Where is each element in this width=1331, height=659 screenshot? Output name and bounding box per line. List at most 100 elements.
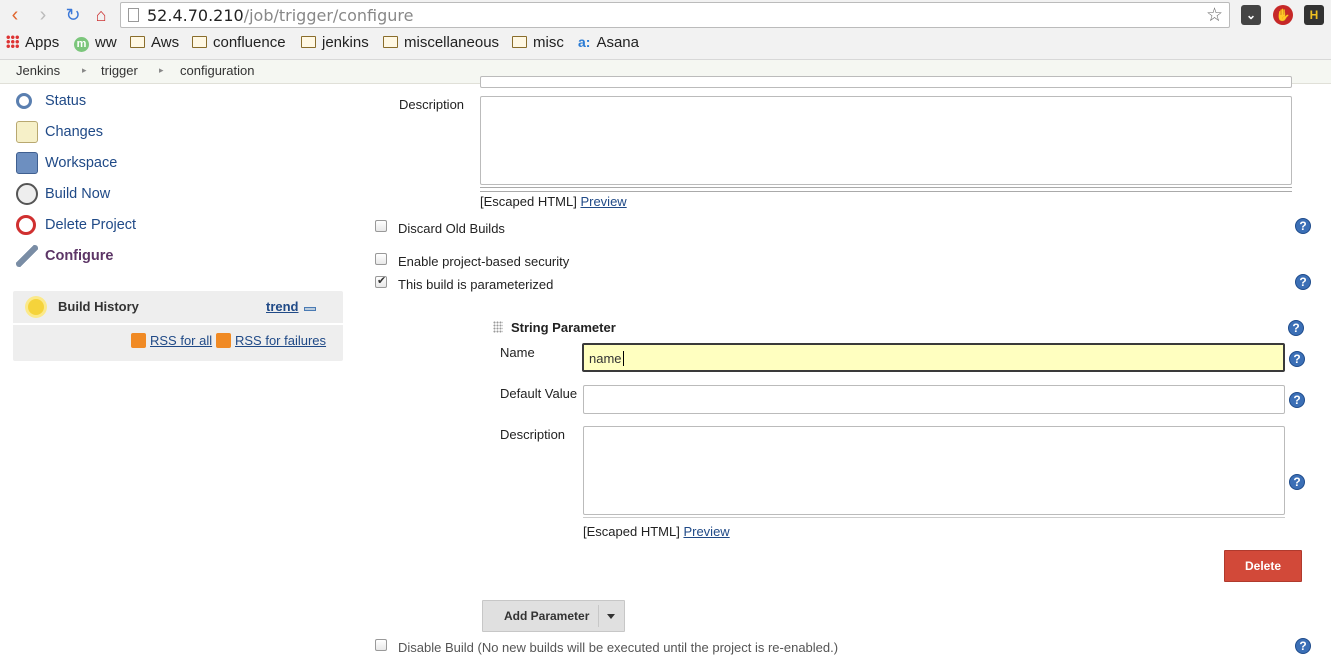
no-entry-icon bbox=[16, 215, 36, 235]
notepad-icon bbox=[16, 121, 38, 143]
folder-icon bbox=[130, 36, 145, 48]
folder-icon bbox=[512, 36, 527, 48]
bookmarks-bar: Apps m ww Aws confluence jenkins miscella… bbox=[0, 32, 1331, 56]
build-history-panel: Build History trend RSS for all RSS for … bbox=[13, 291, 343, 361]
bookmark-miscellaneous[interactable]: miscellaneous bbox=[383, 34, 499, 51]
page-icon bbox=[128, 8, 139, 22]
sidebar-item-label: Changes bbox=[45, 124, 104, 140]
sidebar-item-workspace[interactable]: Workspace bbox=[16, 150, 117, 176]
discard-old-builds-label: Discard Old Builds bbox=[398, 221, 505, 236]
trend-link[interactable]: trend bbox=[266, 299, 299, 314]
param-description-textarea[interactable] bbox=[583, 426, 1285, 515]
rss-all-link[interactable]: RSS for all bbox=[131, 333, 212, 348]
help-icon[interactable]: ? bbox=[1295, 274, 1311, 290]
sidebar-item-label: Workspace bbox=[45, 155, 118, 171]
rss-icon bbox=[216, 333, 231, 348]
parameterized-label: This build is parameterized bbox=[398, 277, 554, 292]
build-history-title: Build History bbox=[58, 299, 139, 314]
pocket-extension-icon[interactable]: ⌄ bbox=[1241, 5, 1261, 25]
help-icon[interactable]: ? bbox=[1288, 320, 1304, 336]
help-icon[interactable]: ? bbox=[1289, 392, 1305, 408]
disable-build-checkbox[interactable] bbox=[375, 639, 387, 651]
extension-icon[interactable]: H bbox=[1304, 5, 1324, 25]
chevron-right-icon: ▸ bbox=[82, 65, 87, 75]
folder-icon bbox=[383, 36, 398, 48]
bookmark-aws[interactable]: Aws bbox=[130, 34, 179, 51]
sidebar-item-label: Build Now bbox=[45, 186, 111, 202]
reload-icon[interactable]: ↻ bbox=[62, 4, 84, 26]
string-parameter-title: String Parameter bbox=[511, 320, 616, 335]
description-textarea[interactable] bbox=[480, 96, 1292, 185]
breadcrumb-jenkins[interactable]: Jenkins bbox=[16, 63, 60, 78]
wrench-icon bbox=[16, 245, 38, 267]
param-preview-link[interactable]: Preview bbox=[683, 524, 729, 539]
sidebar-item-status[interactable]: Status bbox=[16, 88, 86, 114]
bookmark-jenkins[interactable]: jenkins bbox=[301, 34, 369, 51]
param-name-label: Name bbox=[500, 345, 535, 360]
collapse-icon[interactable] bbox=[304, 307, 316, 311]
rss-failures-link[interactable]: RSS for failures bbox=[216, 333, 326, 348]
help-icon[interactable]: ? bbox=[1295, 218, 1311, 234]
preview-link[interactable]: Preview bbox=[580, 194, 626, 209]
bookmark-misc[interactable]: misc bbox=[512, 34, 564, 51]
sidebar: Status Changes Workspace Build Now Delet… bbox=[0, 84, 360, 659]
folder-icon bbox=[301, 36, 316, 48]
asana-icon: a: bbox=[578, 34, 591, 50]
project-security-checkbox[interactable] bbox=[375, 253, 387, 265]
resize-grip[interactable] bbox=[480, 187, 1292, 192]
chevron-down-icon[interactable] bbox=[607, 614, 615, 619]
breadcrumb-configuration[interactable]: configuration bbox=[180, 63, 254, 78]
m-logo-icon: m bbox=[74, 37, 89, 52]
description-label: Description bbox=[399, 97, 465, 112]
clock-play-icon bbox=[16, 183, 38, 205]
default-value-input[interactable] bbox=[583, 385, 1285, 414]
help-icon[interactable]: ? bbox=[1295, 638, 1311, 654]
help-icon[interactable]: ? bbox=[1289, 351, 1305, 367]
browser-chrome: ‹ › ↻ ⌂ 52.4.70.210/job/trigger/configur… bbox=[0, 0, 1331, 60]
apps-grid-icon bbox=[6, 35, 19, 48]
sidebar-item-build-now[interactable]: Build Now bbox=[16, 181, 110, 207]
breadcrumb-trigger[interactable]: trigger bbox=[101, 63, 138, 78]
sidebar-item-changes[interactable]: Changes bbox=[16, 119, 103, 145]
delete-parameter-button[interactable]: Delete bbox=[1224, 550, 1302, 582]
add-parameter-button[interactable]: Add Parameter bbox=[482, 600, 625, 632]
sidebar-item-configure[interactable]: Configure bbox=[16, 243, 113, 269]
config-form: Description [Escaped HTML] Preview Disca… bbox=[360, 76, 1331, 659]
sun-icon bbox=[28, 299, 44, 315]
bookmark-apps[interactable]: Apps bbox=[6, 34, 59, 51]
param-name-input[interactable]: name bbox=[582, 343, 1285, 372]
discard-old-builds-checkbox[interactable] bbox=[375, 220, 387, 232]
sidebar-item-delete-project[interactable]: Delete Project bbox=[16, 212, 136, 238]
bookmark-confluence[interactable]: confluence bbox=[192, 34, 286, 51]
url-text[interactable]: 52.4.70.210/job/trigger/configure bbox=[147, 6, 413, 25]
disable-build-label: Disable Build (No new builds will be exe… bbox=[398, 640, 839, 655]
rss-icon bbox=[131, 333, 146, 348]
param-escaped-html-preview: [Escaped HTML] Preview bbox=[583, 524, 730, 539]
adblock-extension-icon[interactable]: ✋ bbox=[1273, 5, 1293, 25]
chevron-right-icon: ▸ bbox=[159, 65, 164, 75]
folder-icon bbox=[192, 36, 207, 48]
home-icon[interactable]: ⌂ bbox=[90, 4, 112, 26]
resize-grip[interactable] bbox=[583, 517, 1285, 522]
previous-field-edge bbox=[480, 76, 1292, 88]
forward-icon[interactable]: › bbox=[32, 4, 54, 26]
bookmark-star-icon[interactable]: ☆ bbox=[1206, 4, 1223, 27]
drag-handle-icon[interactable] bbox=[493, 321, 503, 333]
back-icon[interactable]: ‹ bbox=[4, 4, 26, 26]
sidebar-item-label: Configure bbox=[45, 248, 114, 264]
search-icon bbox=[16, 93, 32, 109]
escaped-html-preview: [Escaped HTML] Preview bbox=[480, 194, 627, 209]
default-value-label: Default Value bbox=[500, 386, 578, 401]
sidebar-item-label: Status bbox=[45, 93, 87, 109]
bookmark-asana[interactable]: a: Asana bbox=[578, 34, 639, 51]
project-security-label: Enable project-based security bbox=[398, 254, 570, 269]
param-description-label: Description bbox=[500, 427, 566, 442]
divider bbox=[598, 605, 599, 627]
address-bar[interactable]: 52.4.70.210/job/trigger/configure ☆ bbox=[120, 2, 1230, 28]
divider bbox=[13, 323, 343, 325]
help-icon[interactable]: ? bbox=[1289, 474, 1305, 490]
folder-icon bbox=[16, 152, 38, 174]
parameterized-checkbox[interactable] bbox=[375, 274, 387, 288]
bookmark-ww[interactable]: m ww bbox=[74, 34, 117, 52]
sidebar-item-label: Delete Project bbox=[45, 217, 137, 233]
